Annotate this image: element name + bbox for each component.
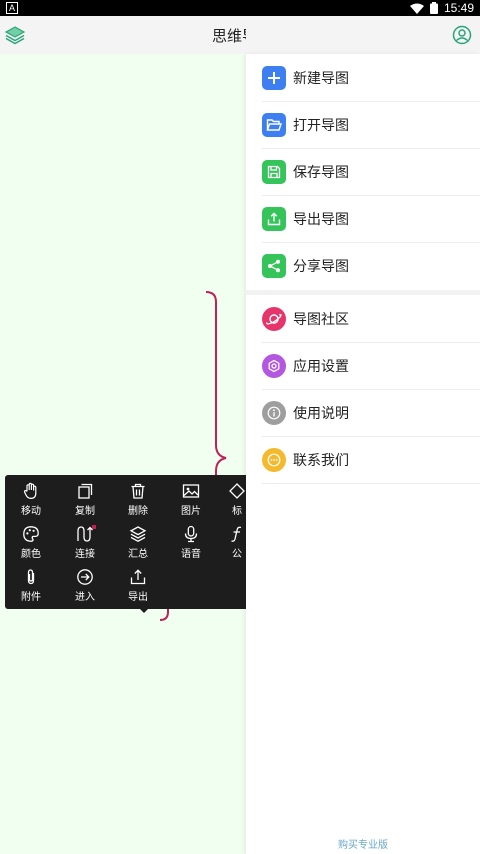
toolbar-delete[interactable]: 删除 <box>112 478 164 518</box>
toolbar-image-label: 图片 <box>181 506 201 517</box>
formula-icon <box>231 526 242 542</box>
summary-icon <box>129 526 147 542</box>
info-icon <box>262 401 286 425</box>
toolbar-tag[interactable]: 标 <box>219 478 246 518</box>
save-icon <box>262 160 286 184</box>
buy-pro-link[interactable]: 购买专业版 <box>246 836 480 851</box>
toolbar-pointer <box>138 607 150 613</box>
menu-save-mindmap-label: 保存导图 <box>293 165 349 181</box>
hand-icon <box>23 482 37 500</box>
menu-share-mindmap-label: 分享导图 <box>293 259 349 275</box>
wifi-icon <box>409 3 424 14</box>
export-icon <box>130 569 146 585</box>
battery-icon <box>429 2 438 14</box>
planet-icon <box>262 307 286 331</box>
toolbar-tag-label: 标 <box>232 506 242 517</box>
menu-open-mindmap-label: 打开导图 <box>293 118 349 134</box>
menu-open-mindmap[interactable]: 打开导图 <box>246 101 480 148</box>
toolbar-delete-label: 删除 <box>128 506 148 517</box>
enter-icon <box>77 569 93 585</box>
menu-community[interactable]: 导图社区 <box>246 295 480 342</box>
toolbar-voice[interactable]: 语音 <box>165 521 217 561</box>
menu-app-settings-label: 应用设置 <box>293 359 349 375</box>
toolbar-copy-label: 复制 <box>75 506 95 517</box>
status-bar: A 15:49 <box>0 0 480 16</box>
layers-icon[interactable] <box>4 25 26 49</box>
copy-icon <box>78 483 93 499</box>
menu-new-mindmap[interactable]: 新建导图 <box>246 54 480 101</box>
settings-icon <box>262 354 286 378</box>
side-drawer: 新建导图 打开导图 保存导图 导出导图 分享导图 导图社区 应用设置 使用说明 … <box>246 54 480 854</box>
toolbar-formula[interactable]: 公 <box>219 521 246 561</box>
node-toolbar: 移动 复制 删除 图片 标 颜色 连接 汇总 语音 公 附件 进入 导出 <box>5 475 246 609</box>
toolbar-summary[interactable]: 汇总 <box>112 521 164 561</box>
menu-contact-us-label: 联系我们 <box>293 453 349 469</box>
toolbar-connect[interactable]: 连接 <box>59 521 111 561</box>
share-icon <box>262 254 286 278</box>
menu-save-mindmap[interactable]: 保存导图 <box>246 148 480 195</box>
toolbar-image[interactable]: 图片 <box>165 478 217 518</box>
image-icon <box>182 484 200 498</box>
app-title: 思维导图 <box>212 27 246 45</box>
menu-new-mindmap-label: 新建导图 <box>293 71 349 87</box>
toolbar-voice-label: 语音 <box>181 549 201 560</box>
menu-instructions-label: 使用说明 <box>293 406 349 422</box>
toolbar-enter-label: 进入 <box>75 592 95 603</box>
toolbar-color-label: 颜色 <box>21 549 41 560</box>
toolbar-attachment-label: 附件 <box>21 592 41 603</box>
plus-icon <box>262 66 286 90</box>
toolbar-color[interactable]: 颜色 <box>5 521 57 561</box>
user-icon[interactable] <box>452 25 472 49</box>
toolbar-attachment[interactable]: 附件 <box>5 564 57 604</box>
menu-export-mindmap-label: 导出导图 <box>293 212 349 228</box>
status-icons: 15:49 <box>409 0 474 16</box>
menu-app-settings[interactable]: 应用设置 <box>246 342 480 389</box>
chat-icon <box>262 448 286 472</box>
toolbar-copy[interactable]: 复制 <box>59 478 111 518</box>
toolbar-export[interactable]: 导出 <box>112 564 164 604</box>
menu-export-mindmap[interactable]: 导出导图 <box>246 195 480 242</box>
paperclip-icon <box>27 569 35 585</box>
connect-icon <box>77 525 96 542</box>
menu-divider <box>262 483 480 484</box>
trash-icon <box>131 483 145 499</box>
menu-community-label: 导图社区 <box>293 312 349 328</box>
toolbar-formula-label: 公 <box>232 549 242 560</box>
toolbar-connect-label: 连接 <box>75 549 95 560</box>
toolbar-move[interactable]: 移动 <box>5 478 57 518</box>
menu-share-mindmap[interactable]: 分享导图 <box>246 242 480 289</box>
app-bar: 思维导图 <box>0 16 480 54</box>
toolbar-enter[interactable]: 进入 <box>59 564 111 604</box>
menu-contact-us[interactable]: 联系我们 <box>246 436 480 483</box>
upload-icon <box>262 207 286 231</box>
menu-instructions[interactable]: 使用说明 <box>246 389 480 436</box>
toolbar-move-label: 移动 <box>21 506 41 517</box>
mic-icon <box>184 525 198 543</box>
status-time: 15:49 <box>443 1 474 15</box>
palette-icon <box>23 526 39 542</box>
tag-icon <box>229 483 245 499</box>
folder-open-icon <box>262 113 286 137</box>
toolbar-summary-label: 汇总 <box>128 549 148 560</box>
toolbar-export-label: 导出 <box>128 592 148 603</box>
notification-badge: A <box>6 2 18 14</box>
